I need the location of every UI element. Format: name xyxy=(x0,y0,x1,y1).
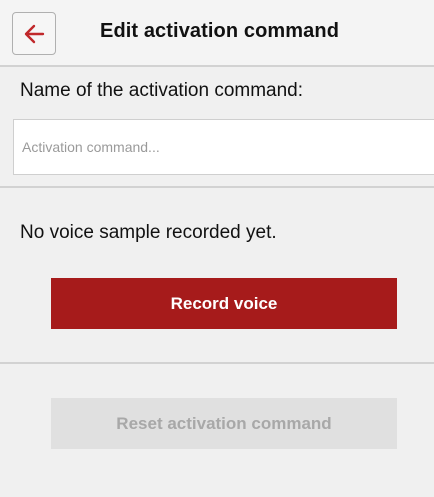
command-name-label: Name of the activation command: xyxy=(20,80,304,101)
reset-activation-command-button[interactable]: Reset activation command xyxy=(51,398,397,449)
arrow-left-icon xyxy=(24,24,45,43)
back-button[interactable] xyxy=(12,12,56,55)
voice-status-text: No voice sample recorded yet. xyxy=(20,222,277,243)
record-voice-button[interactable]: Record voice xyxy=(51,278,397,329)
app-header: Edit activation command xyxy=(0,0,434,66)
page-title: Edit activation command xyxy=(100,20,340,42)
section-divider xyxy=(0,186,434,188)
activation-command-input[interactable] xyxy=(13,119,434,175)
section-divider-2 xyxy=(0,362,434,364)
header-divider xyxy=(0,65,434,67)
